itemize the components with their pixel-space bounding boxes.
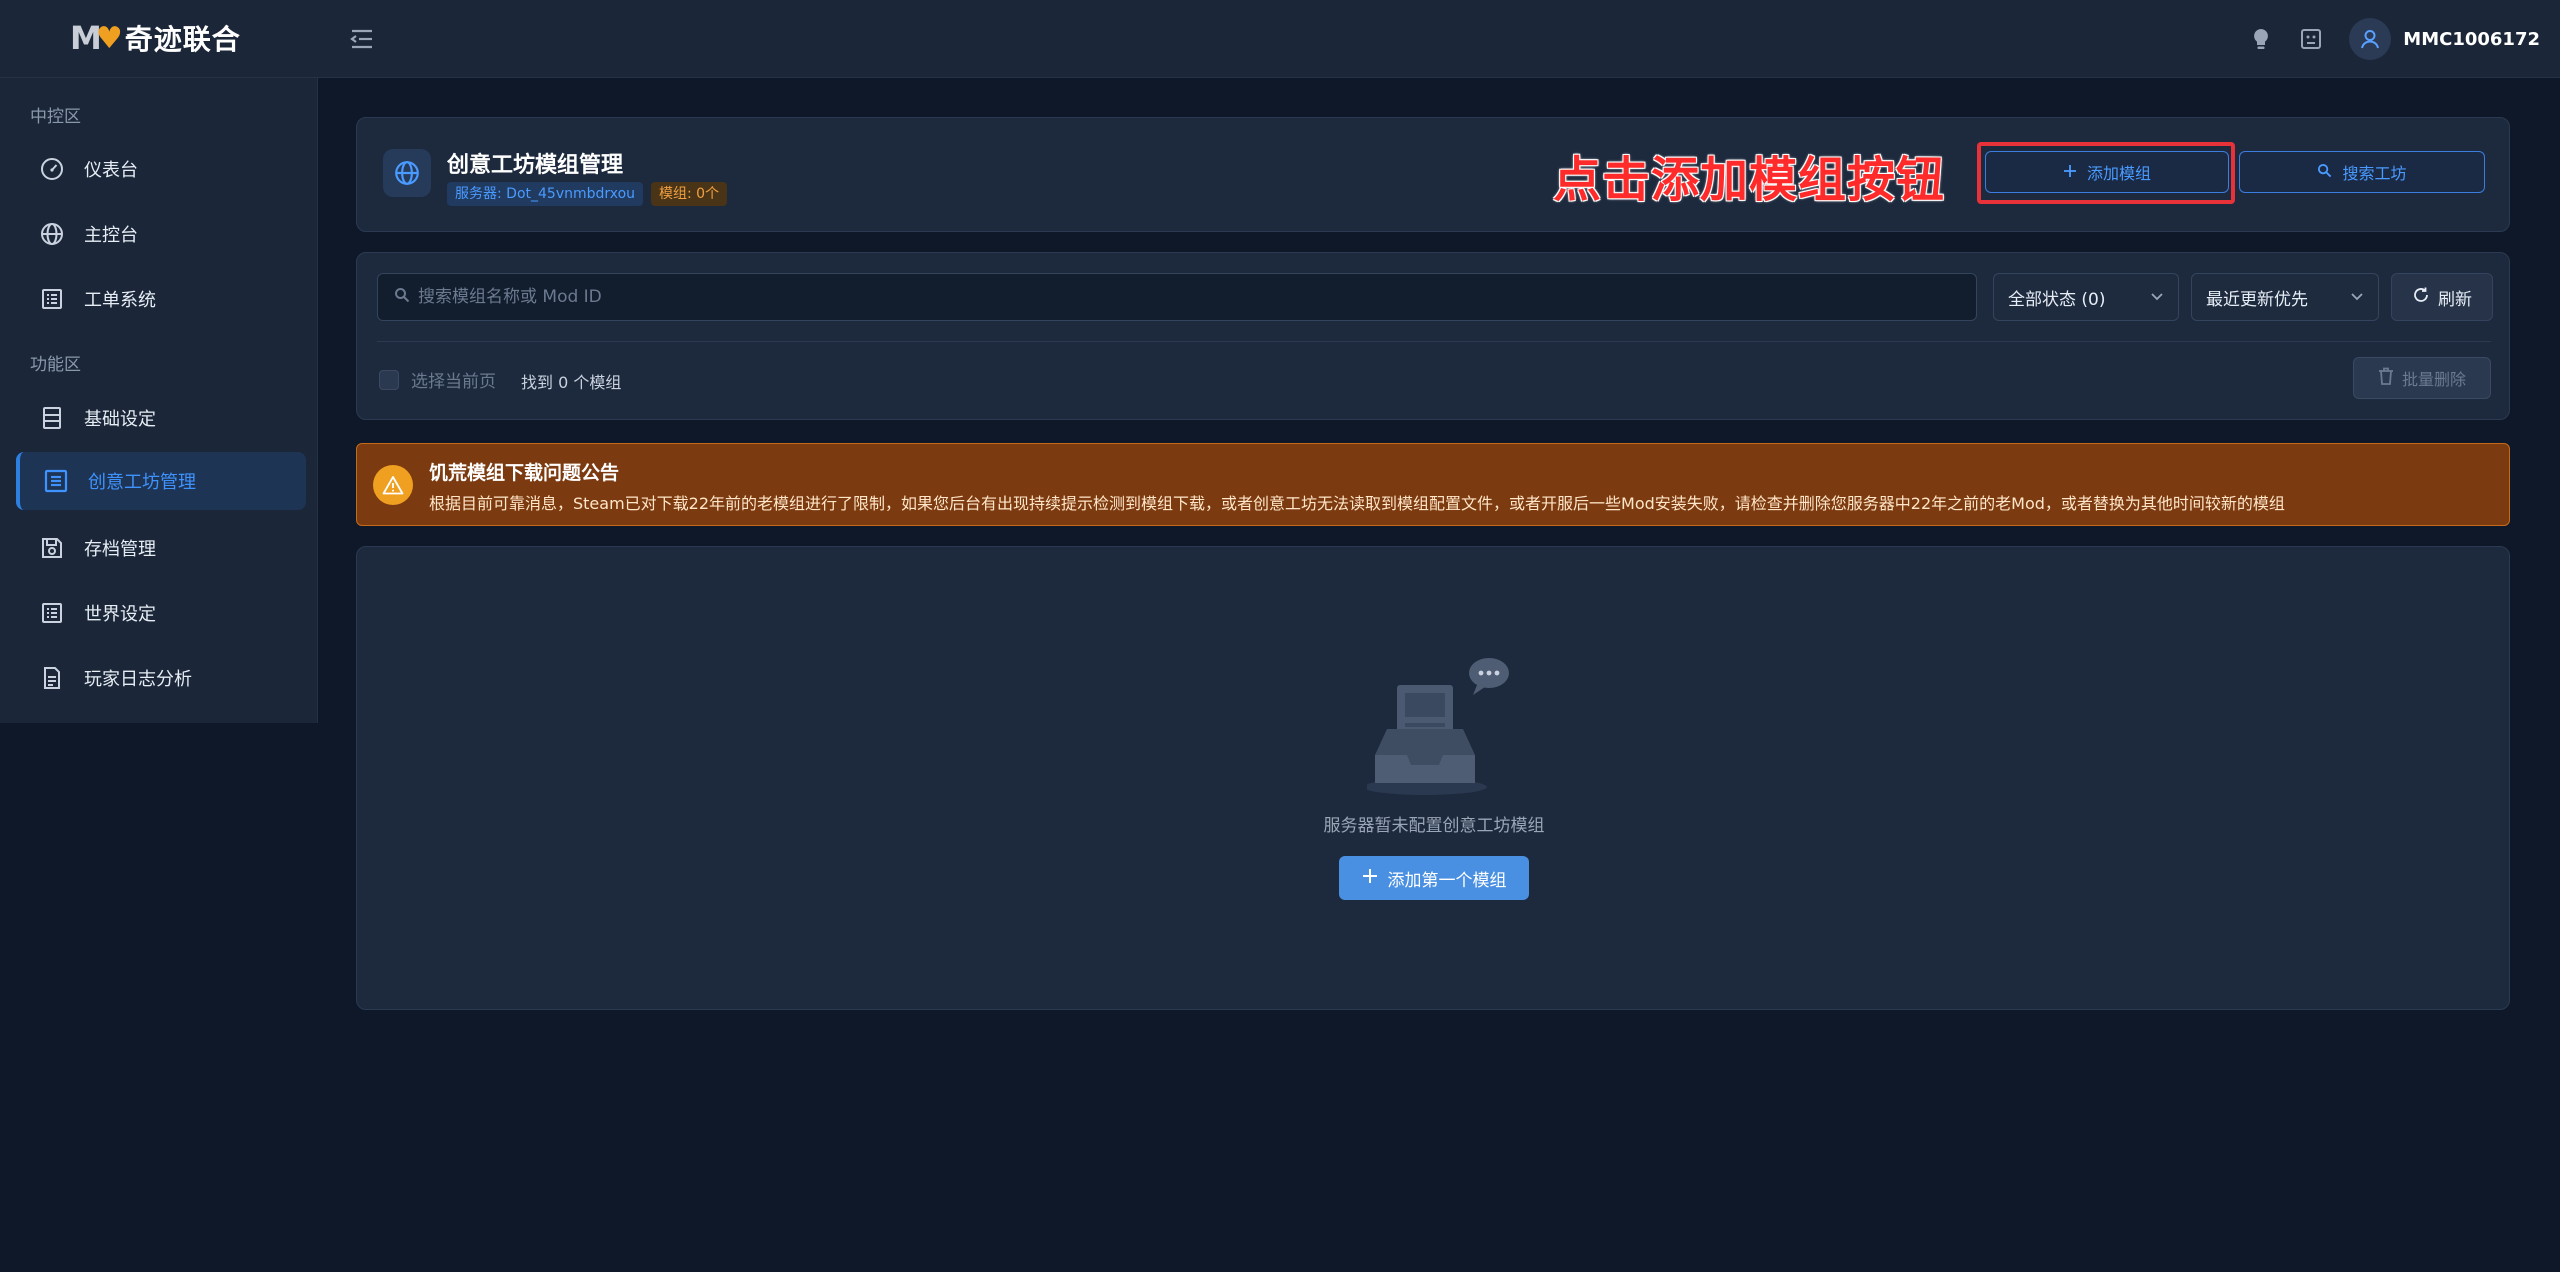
sort-select-value: 最近更新优先	[2206, 289, 2308, 310]
sidebar-item-dashboard[interactable]: 仪表台	[16, 140, 306, 198]
status-select-value: 全部状态 (0)	[2008, 289, 2106, 310]
search-box[interactable]	[377, 273, 1977, 321]
add-mod-button[interactable]: 添加模组	[1985, 151, 2229, 193]
sidebar-item-label: 基础设定	[84, 409, 156, 430]
server-tag: 服务器: Dot_45vnmbdrxou	[447, 182, 644, 206]
logo-heart-icon: ♥	[95, 20, 123, 56]
top-right-actions: MMC1006172	[2249, 16, 2540, 62]
robot-icon[interactable]	[2299, 27, 2323, 51]
server-icon	[38, 404, 66, 432]
add-first-mod-label: 添加第一个模组	[1387, 870, 1507, 891]
sidebar-item-label: 创意工坊管理	[88, 472, 196, 493]
sidebar: 中控区 仪表台 主控台 工单系统 功能区 基础设定 创意工坊管理 存档管理 世界…	[0, 78, 318, 723]
bulk-delete-label: 批量删除	[2401, 370, 2466, 389]
refresh-label: 刷新	[2438, 289, 2472, 310]
list-icon	[38, 285, 66, 313]
refresh-icon	[2412, 286, 2430, 309]
mod-count-tag: 模组: 0个	[651, 182, 728, 206]
notice-title: 饥荒模组下载问题公告	[429, 462, 620, 484]
sidebar-item-label: 存档管理	[84, 539, 156, 560]
globe-icon	[38, 220, 66, 248]
user-avatar-icon[interactable]	[2349, 18, 2392, 60]
globe-icon	[383, 149, 431, 197]
found-count-text: 找到 0 个模组	[521, 373, 622, 392]
header-panel: 创意工坊模组管理 服务器: Dot_45vnmbdrxou 模组: 0个 点击添…	[356, 117, 2510, 232]
notice-body: 根据目前可靠消息，Steam已对下载22年前的老模组进行了限制，如果您后台有出现…	[429, 494, 2285, 513]
search-icon	[2317, 163, 2332, 182]
section-label-control: 中控区	[30, 107, 81, 127]
sidebar-item-workshop[interactable]: 创意工坊管理	[16, 452, 306, 510]
select-page-checkbox[interactable]: 选择当前页	[379, 367, 496, 392]
sidebar-item-label: 仪表台	[84, 160, 138, 181]
sort-select[interactable]: 最近更新优先	[2191, 273, 2379, 321]
checkbox[interactable]	[379, 369, 399, 390]
lightbulb-icon[interactable]	[2249, 27, 2273, 51]
filter-panel: 全部状态 (0) 最近更新优先 刷新 选择当前页 找到 0 个模组 批量删除	[356, 252, 2510, 420]
search-icon	[394, 287, 410, 307]
menu-collapse-icon[interactable]	[348, 26, 376, 52]
status-select[interactable]: 全部状态 (0)	[1993, 273, 2179, 321]
sidebar-item-label: 工单系统	[84, 290, 156, 311]
search-workshop-button[interactable]: 搜索工坊	[2239, 151, 2485, 193]
notice-banner: 饥荒模组下载问题公告 根据目前可靠消息，Steam已对下载22年前的老模组进行了…	[356, 443, 2510, 526]
sidebar-item-world-settings[interactable]: 世界设定	[16, 584, 306, 642]
sidebar-item-saves[interactable]: 存档管理	[16, 519, 306, 577]
trash-icon	[2378, 367, 2394, 389]
workshop-icon	[42, 467, 70, 495]
warning-icon	[373, 465, 413, 505]
chevron-down-icon	[2350, 287, 2364, 307]
annotation-text: 点击添加模组按钮	[1553, 152, 1946, 208]
list-icon	[38, 599, 66, 627]
empty-state-panel: 服务器暂未配置创意工坊模组 添加第一个模组	[356, 546, 2510, 1010]
save-icon	[38, 534, 66, 562]
file-icon	[38, 664, 66, 692]
sidebar-item-basic-settings[interactable]: 基础设定	[16, 389, 306, 447]
sidebar-item-player-logs[interactable]: 玩家日志分析	[16, 649, 306, 707]
select-page-label: 选择当前页	[411, 372, 496, 392]
gauge-icon	[38, 155, 66, 183]
chevron-down-icon	[2150, 287, 2164, 307]
top-bar: M ♥ 奇迹联合 MMC1006172	[0, 0, 2560, 78]
add-mod-label: 添加模组	[2086, 164, 2151, 183]
search-input[interactable]	[418, 287, 1918, 307]
divider	[377, 341, 2491, 342]
page-title: 创意工坊模组管理	[447, 153, 624, 178]
bulk-delete-button[interactable]: 批量删除	[2353, 357, 2491, 399]
app-logo[interactable]: M ♥ 奇迹联合	[70, 18, 241, 58]
empty-state-text: 服务器暂未配置创意工坊模组	[1323, 816, 1545, 836]
empty-inbox-icon	[1363, 655, 1517, 800]
logo-text: 奇迹联合	[124, 23, 241, 56]
sidebar-item-tickets[interactable]: 工单系统	[16, 270, 306, 328]
search-workshop-label: 搜索工坊	[2342, 164, 2407, 183]
sidebar-item-label: 主控台	[84, 225, 138, 246]
sidebar-item-label: 世界设定	[84, 604, 156, 625]
refresh-button[interactable]: 刷新	[2391, 273, 2493, 321]
section-label-function: 功能区	[30, 355, 81, 375]
sidebar-item-label: 玩家日志分析	[84, 669, 192, 690]
plus-icon	[2063, 163, 2077, 182]
plus-icon	[1362, 868, 1378, 889]
sidebar-item-console[interactable]: 主控台	[16, 205, 306, 263]
username[interactable]: MMC1006172	[2403, 29, 2540, 50]
add-first-mod-button[interactable]: 添加第一个模组	[1339, 856, 1529, 900]
